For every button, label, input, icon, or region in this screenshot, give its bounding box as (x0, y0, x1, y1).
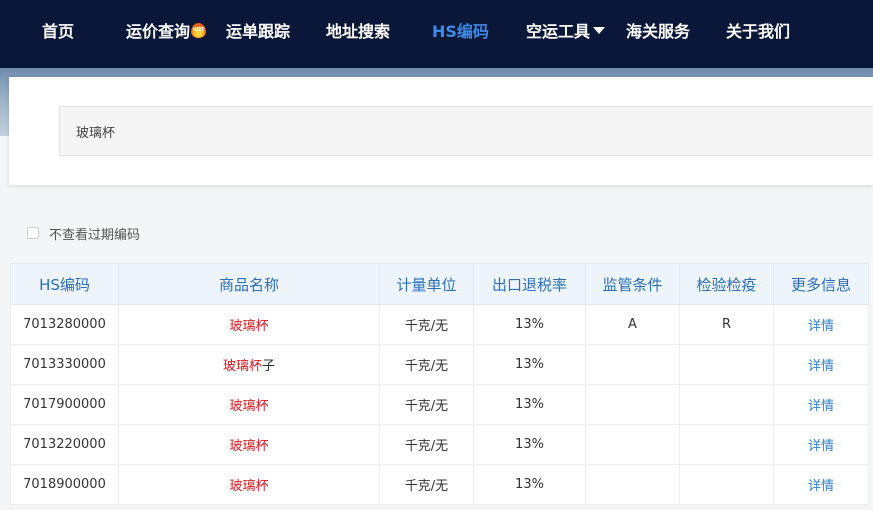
rebate-rate-cell: 13% (473, 304, 586, 345)
details-link[interactable]: 详情 (773, 344, 869, 385)
nav-address-search[interactable]: 地址搜索 (326, 0, 390, 68)
nav-address-search-label: 地址搜索 (326, 22, 391, 41)
hs-code-cell: 7013220000 (10, 424, 119, 465)
nav-freight-query[interactable]: 运价查询 HOT (126, 0, 207, 68)
product-name-highlight: 玻璃杯 (229, 439, 269, 454)
nav-hs-code[interactable]: HS编码 (432, 0, 489, 68)
supervision-cell (585, 424, 680, 465)
header-export-rebate-rate: 出口退税率 (473, 263, 586, 305)
unit-cell: 千克/无 (379, 464, 474, 505)
nav-home[interactable]: 首页 (42, 0, 74, 68)
supervision-cell (585, 384, 680, 425)
product-name-rest: 子 (262, 359, 276, 374)
hot-flame-icon: HOT (191, 23, 207, 38)
table-header-row: HS编码 商品名称 计量单位 出口退税率 监管条件 检验检疫 更多信息 (10, 263, 869, 305)
hs-code-cell: 7013280000 (10, 304, 119, 345)
nav-about-us[interactable]: 关于我们 (726, 0, 790, 68)
header-supervision-conditions: 监管条件 (585, 263, 680, 305)
hs-code-cell: 7018900000 (10, 464, 119, 505)
hide-expired-checkbox[interactable] (27, 227, 39, 239)
header-unit: 计量单位 (379, 263, 474, 305)
unit-cell: 千克/无 (379, 424, 474, 465)
caret-down-icon (593, 27, 606, 34)
nav-air-tools-label: 空运工具 (526, 22, 591, 41)
product-name-cell: 玻璃杯 (118, 304, 380, 345)
nav-customs-services[interactable]: 海关服务 (626, 0, 690, 68)
rebate-rate-cell: 13% (473, 424, 586, 465)
rebate-rate-cell: 13% (473, 464, 586, 505)
header-more-info: 更多信息 (773, 263, 869, 305)
table-row: 7013220000 玻璃杯 千克/无 13% 详情 (10, 424, 869, 465)
product-name-cell: 玻璃杯子 (118, 344, 380, 385)
rebate-rate-cell: 13% (473, 344, 586, 385)
nav-waybill-tracking[interactable]: 运单跟踪 (226, 0, 290, 68)
details-link[interactable]: 详情 (773, 304, 869, 345)
inspection-cell (679, 464, 774, 505)
nav-home-label: 首页 (42, 22, 75, 41)
supervision-cell (585, 344, 680, 385)
product-name-cell: 玻璃杯 (118, 464, 380, 505)
unit-cell: 千克/无 (379, 344, 474, 385)
table-row: 7017900000 玻璃杯 千克/无 13% 详情 (10, 384, 869, 425)
rebate-rate-cell: 13% (473, 384, 586, 425)
hide-expired-codes-filter[interactable]: 不查看过期编码 (27, 224, 141, 243)
inspection-cell: R (679, 304, 774, 345)
product-name-highlight: 玻璃杯 (229, 399, 269, 414)
product-name-cell: 玻璃杯 (118, 424, 380, 465)
hs-search-input[interactable] (59, 106, 873, 156)
nav-freight-query-label: 运价查询 (126, 22, 191, 41)
details-link[interactable]: 详情 (773, 424, 869, 465)
nav-air-tools[interactable]: 空运工具 (526, 0, 606, 68)
nav-waybill-tracking-label: 运单跟踪 (226, 22, 291, 41)
hs-code-cell: 7013330000 (10, 344, 119, 385)
inspection-cell (679, 344, 774, 385)
unit-cell: 千克/无 (379, 384, 474, 425)
product-name-highlight: 玻璃杯 (229, 319, 269, 334)
header-inspection-quarantine: 检验检疫 (679, 263, 774, 305)
nav-hs-code-label: HS编码 (432, 22, 489, 41)
nav-customs-services-label: 海关服务 (626, 22, 691, 41)
nav-about-us-label: 关于我们 (726, 22, 791, 41)
header-product-name: 商品名称 (118, 263, 380, 305)
product-name-cell: 玻璃杯 (118, 384, 380, 425)
hs-code-cell: 7017900000 (10, 384, 119, 425)
table-row: 7013280000 玻璃杯 千克/无 13% A R 详情 (10, 304, 869, 345)
supervision-cell (585, 464, 680, 505)
details-link[interactable]: 详情 (773, 464, 869, 505)
hide-expired-label: 不查看过期编码 (49, 227, 141, 243)
inspection-cell (679, 384, 774, 425)
unit-cell: 千克/无 (379, 304, 474, 345)
details-link[interactable]: 详情 (773, 384, 869, 425)
product-name-highlight: 玻璃杯 (229, 479, 269, 494)
table-row: 7013330000 玻璃杯子 千克/无 13% 详情 (10, 344, 869, 385)
inspection-cell (679, 424, 774, 465)
hs-code-results-table: HS编码 商品名称 计量单位 出口退税率 监管条件 检验检疫 更多信息 7013… (10, 263, 869, 505)
top-navigation-bar: 首页 运价查询 HOT 运单跟踪 地址搜索 HS编码 空运工具 海关服务 关于我们 (0, 0, 873, 68)
product-name-highlight: 玻璃杯 (222, 359, 262, 374)
header-hs-code: HS编码 (10, 263, 119, 305)
supervision-cell: A (585, 304, 680, 345)
table-row: 7018900000 玻璃杯 千克/无 13% 详情 (10, 464, 869, 505)
